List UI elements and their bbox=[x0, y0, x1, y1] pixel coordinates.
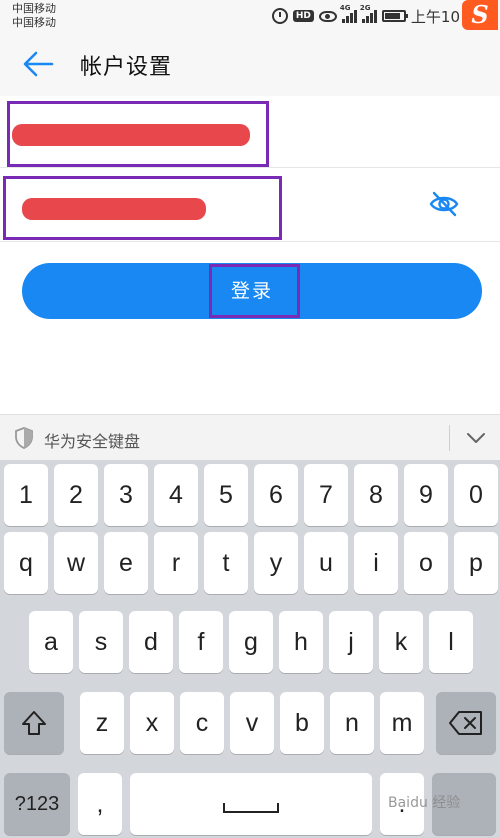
key-l[interactable]: l bbox=[429, 611, 473, 673]
key-k[interactable]: k bbox=[379, 611, 423, 673]
key-1[interactable]: 1 bbox=[4, 464, 48, 526]
key-7[interactable]: 7 bbox=[304, 464, 348, 526]
hd-icon: HD bbox=[292, 10, 314, 22]
symbol-mode-key[interactable]: ?123 bbox=[4, 773, 70, 835]
space-bar-icon bbox=[223, 803, 279, 813]
key-2[interactable]: 2 bbox=[54, 464, 98, 526]
key-w[interactable]: w bbox=[54, 532, 98, 594]
status-icons: HD 4G 2G 上午10 bbox=[271, 4, 460, 27]
shift-arrow-icon bbox=[22, 711, 46, 735]
backspace-icon bbox=[449, 711, 482, 735]
carrier-label-1: 中国移动 bbox=[12, 2, 56, 15]
keyboard-title: 华为安全键盘 bbox=[44, 432, 141, 451]
key-n[interactable]: n bbox=[330, 692, 374, 754]
key-r[interactable]: r bbox=[154, 532, 198, 594]
status-bar: 中国移动 中国移动 HD 4G 2G 上午10 S bbox=[0, 0, 500, 32]
header-bar: 帐户设置 bbox=[0, 32, 500, 96]
keyboard: 1 2 3 4 5 6 7 8 9 0 q w e r t y u i o p a s d f g h j k l z x c v b n m ?123… bbox=[0, 460, 500, 838]
key-v[interactable]: v bbox=[230, 692, 274, 754]
alarm-icon bbox=[271, 8, 288, 24]
eye-slash-icon bbox=[429, 191, 459, 217]
field-divider bbox=[0, 241, 500, 242]
chevron-down-icon[interactable] bbox=[464, 427, 488, 449]
key-i[interactable]: i bbox=[354, 532, 398, 594]
app-logo-icon: S bbox=[462, 0, 498, 30]
key-0[interactable]: 0 bbox=[454, 464, 498, 526]
key-c[interactable]: c bbox=[180, 692, 224, 754]
key-d[interactable]: d bbox=[129, 611, 173, 673]
key-comma[interactable]: , bbox=[78, 773, 122, 835]
highlight-box-password bbox=[3, 176, 282, 240]
key-b[interactable]: b bbox=[280, 692, 324, 754]
key-e[interactable]: e bbox=[104, 532, 148, 594]
key-y[interactable]: y bbox=[254, 532, 298, 594]
signal-icon-1: 4G bbox=[340, 4, 357, 23]
key-g[interactable]: g bbox=[229, 611, 273, 673]
eye-comfort-icon bbox=[318, 10, 337, 22]
key-8[interactable]: 8 bbox=[354, 464, 398, 526]
arrow-left-icon bbox=[23, 51, 54, 77]
key-h[interactable]: h bbox=[279, 611, 323, 673]
clock: 上午10 bbox=[410, 7, 460, 26]
field-divider bbox=[0, 167, 500, 168]
signal-icon-2: 2G bbox=[360, 4, 377, 23]
shift-key[interactable] bbox=[4, 692, 64, 754]
key-3[interactable]: 3 bbox=[104, 464, 148, 526]
back-button[interactable] bbox=[20, 48, 56, 80]
key-a[interactable]: a bbox=[29, 611, 73, 673]
key-x[interactable]: x bbox=[130, 692, 174, 754]
key-z[interactable]: z bbox=[80, 692, 124, 754]
key-q[interactable]: q bbox=[4, 532, 48, 594]
battery-icon bbox=[381, 10, 408, 22]
key-4[interactable]: 4 bbox=[154, 464, 198, 526]
backspace-key[interactable] bbox=[436, 692, 496, 754]
key-m[interactable]: m bbox=[380, 692, 424, 754]
highlight-box-login bbox=[209, 264, 300, 318]
keyboard-bar-divider bbox=[449, 425, 450, 451]
watermark: Baidu 经验 bbox=[388, 795, 461, 811]
key-9[interactable]: 9 bbox=[404, 464, 448, 526]
shield-icon bbox=[15, 427, 33, 449]
key-6[interactable]: 6 bbox=[254, 464, 298, 526]
space-key[interactable] bbox=[130, 773, 372, 835]
password-visibility-toggle[interactable] bbox=[428, 188, 460, 220]
key-u[interactable]: u bbox=[304, 532, 348, 594]
highlight-box-account bbox=[7, 101, 269, 167]
carrier-label-2: 中国移动 bbox=[12, 16, 56, 29]
page-title: 帐户设置 bbox=[80, 55, 173, 80]
keyboard-title-bar: 华为安全键盘 bbox=[0, 414, 500, 460]
key-s[interactable]: s bbox=[79, 611, 123, 673]
key-o[interactable]: o bbox=[404, 532, 448, 594]
key-f[interactable]: f bbox=[179, 611, 223, 673]
key-j[interactable]: j bbox=[329, 611, 373, 673]
key-t[interactable]: t bbox=[204, 532, 248, 594]
key-5[interactable]: 5 bbox=[204, 464, 248, 526]
key-p[interactable]: p bbox=[454, 532, 498, 594]
